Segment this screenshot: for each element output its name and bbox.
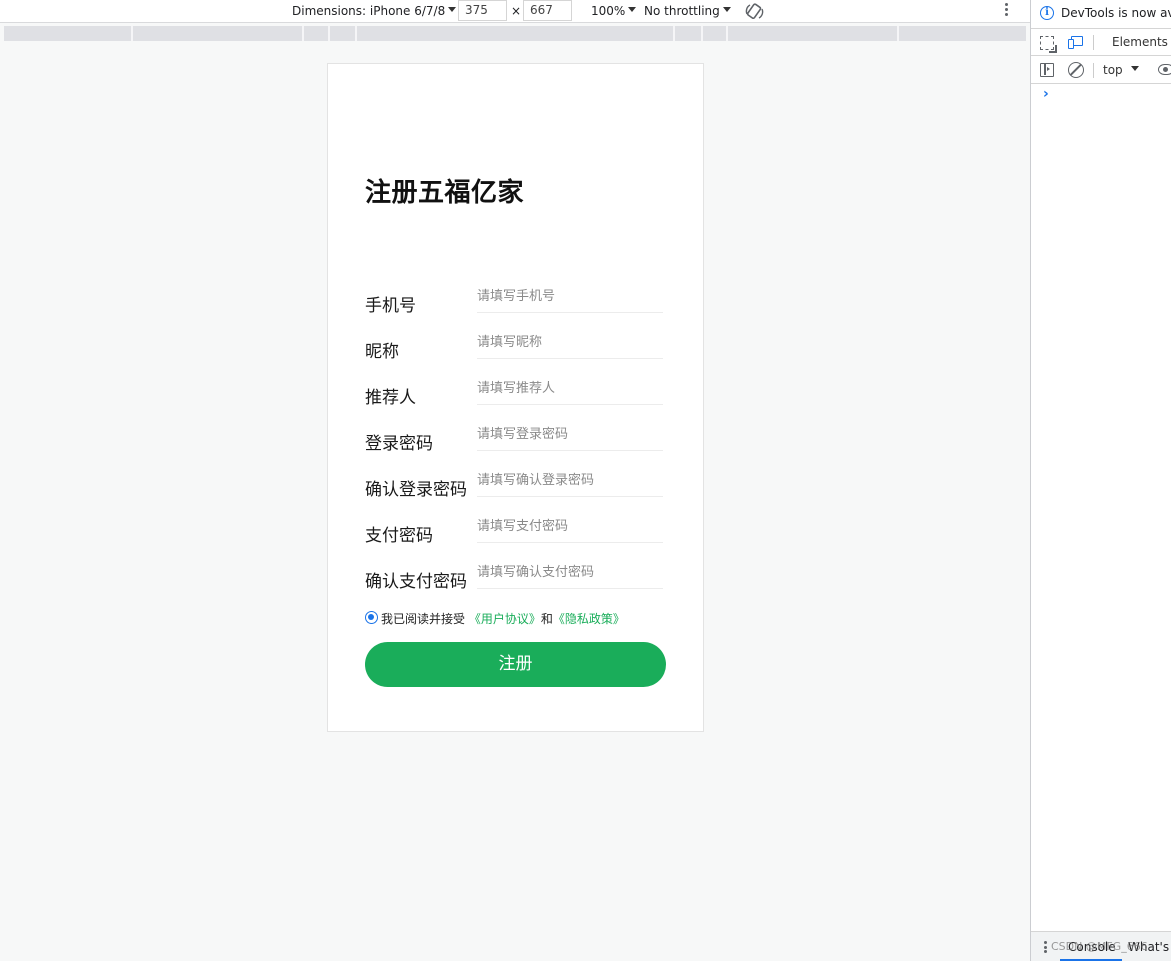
zoom-dropdown[interactable]: 100%: [591, 0, 637, 23]
page-title: 注册五福亿家: [365, 178, 525, 208]
device-toolbar: Dimensions: iPhone 6/7/8 375 × 667 100% …: [0, 0, 1030, 23]
phone-input[interactable]: [477, 281, 663, 313]
device-dimensions-dropdown[interactable]: Dimensions: iPhone 6/7/8: [292, 0, 457, 23]
field-label: 支付密码: [365, 526, 433, 546]
ruler-segment: [131, 26, 133, 41]
ruler-segment: [673, 26, 675, 41]
chevron-down-icon: [448, 7, 457, 12]
context-label: top: [1103, 63, 1123, 77]
devtools-tabbar: Elements: [1031, 29, 1171, 56]
more-tools-icon[interactable]: [1044, 941, 1047, 955]
divider: [1093, 63, 1094, 78]
height-input[interactable]: 667: [523, 0, 572, 21]
agreement-line: 我已阅读并接受 《用户协议》和《隐私政策》: [365, 610, 625, 628]
register-button[interactable]: 注册: [365, 642, 666, 687]
ruler-segment: [701, 26, 703, 41]
field-label: 确认支付密码: [365, 572, 467, 592]
console-toolbar: top: [1031, 57, 1171, 84]
field-label: 登录密码: [365, 434, 433, 454]
mobile-page: 注册五福亿家 手机号 昵称 推荐人 登录密码 确认登录密码 支付密码 确认支付密…: [327, 63, 704, 732]
agreement-and: 和: [540, 612, 553, 626]
form-row-pay-password: 支付密码: [365, 511, 665, 557]
login-password-input[interactable]: [477, 419, 663, 451]
console-prompt[interactable]: ›: [1043, 86, 1049, 102]
viewport: Dimensions: iPhone 6/7/8 375 × 667 100% …: [0, 0, 1030, 961]
info-icon: i: [1040, 6, 1054, 20]
clear-console-icon[interactable]: [1068, 62, 1084, 78]
device-dimensions-label: Dimensions: iPhone 6/7/8: [292, 4, 446, 18]
confirm-pay-password-input[interactable]: [477, 557, 663, 589]
media-query-ruler[interactable]: [4, 26, 1026, 41]
form-row-phone: 手机号: [365, 281, 665, 327]
ruler-segment: [328, 26, 330, 41]
field-label: 手机号: [365, 296, 416, 316]
inspect-element-icon[interactable]: [1040, 36, 1057, 53]
confirm-login-password-input[interactable]: [477, 465, 663, 497]
times-sign: ×: [511, 4, 522, 18]
throttling-label: No throttling: [644, 4, 720, 18]
devtools-panel: i DevTools is now available Elements top…: [1030, 0, 1171, 961]
width-input[interactable]: 375: [458, 0, 507, 21]
pay-password-input[interactable]: [477, 511, 663, 543]
eye-icon[interactable]: [1158, 64, 1171, 75]
agree-radio[interactable]: [365, 611, 378, 624]
throttling-dropdown[interactable]: No throttling: [644, 0, 731, 23]
watermark: CSDN @MFG_666: [1051, 940, 1148, 953]
field-label: 确认登录密码: [365, 480, 467, 500]
ruler-segment: [302, 26, 304, 41]
nickname-input[interactable]: [477, 327, 663, 359]
ruler-segment: [726, 26, 728, 41]
form-row-login-password: 登录密码: [365, 419, 665, 465]
drawer-tabbar: Console What's CSDN @MFG_666: [1031, 931, 1171, 961]
form-row-referrer: 推荐人: [365, 373, 665, 419]
show-sidebar-icon[interactable]: [1040, 63, 1054, 77]
divider: [1093, 35, 1094, 50]
field-label: 推荐人: [365, 388, 416, 408]
chevron-down-icon: [722, 7, 731, 12]
ruler-segment: [897, 26, 899, 41]
devtools-banner: i DevTools is now available: [1031, 0, 1171, 29]
field-label: 昵称: [365, 342, 399, 362]
more-options-icon[interactable]: [1004, 3, 1008, 19]
chevron-down-icon: [628, 7, 637, 12]
form-row-nickname: 昵称: [365, 327, 665, 373]
user-agreement-link[interactable]: 《用户协议》: [469, 612, 541, 626]
banner-text: DevTools is now available: [1061, 6, 1171, 20]
context-select[interactable]: top: [1103, 63, 1139, 77]
chevron-down-icon: [1130, 66, 1139, 71]
rotate-icon[interactable]: [745, 2, 764, 21]
referrer-input[interactable]: [477, 373, 663, 405]
privacy-policy-link[interactable]: 《隐私政策》: [553, 612, 625, 626]
device-toggle-icon[interactable]: [1068, 36, 1084, 49]
form-row-confirm-pay-password: 确认支付密码: [365, 557, 665, 603]
zoom-label: 100%: [591, 4, 626, 18]
tab-elements[interactable]: Elements: [1112, 35, 1168, 49]
agreement-prefix: 我已阅读并接受: [381, 612, 466, 626]
form-row-confirm-login-password: 确认登录密码: [365, 465, 665, 511]
ruler-segment: [355, 26, 357, 41]
